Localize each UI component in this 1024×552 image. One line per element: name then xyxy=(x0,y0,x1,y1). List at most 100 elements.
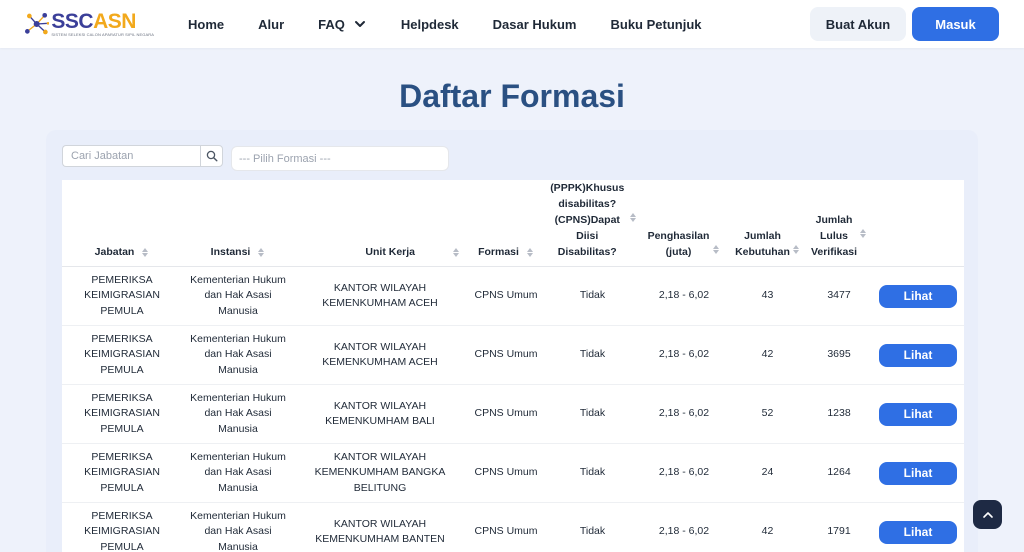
cell-unit-kerja: KANTOR WILAYAH KEMENKUMHAM ACEH xyxy=(294,266,466,326)
sort-icon xyxy=(630,213,637,222)
instansi-line: Manusia xyxy=(218,481,258,494)
cell-instansi: Kementerian Hukum dan Hak Asasi Manusia xyxy=(182,384,294,444)
unit_kerja-line: KEMENKUMHAM BANGKA xyxy=(314,466,446,479)
col-disabilitas-label: (PPPK)Khusus disabilitas? (CPNS)Dapat Di… xyxy=(548,180,626,260)
cell-kebutuhan: 43 xyxy=(729,266,806,326)
cell-kebutuhan: 42 xyxy=(729,502,806,552)
buat-akun-button[interactable]: Buat Akun xyxy=(810,7,906,41)
jabatan-line: KEIMIGRASIAN xyxy=(84,348,160,361)
col-jabatan[interactable]: Jabatan xyxy=(62,180,182,267)
nav-helpdesk[interactable]: Helpdesk xyxy=(401,17,459,32)
jabatan-line: PEMULA xyxy=(100,540,144,552)
cell-penghasilan: 2,18 - 6,02 xyxy=(639,266,729,326)
unit_kerja-line: KEMENKUMHAM ACEH xyxy=(322,356,438,368)
logo-name-part-2: ASN xyxy=(93,9,136,33)
col-lulus-line-3: Verifikasi xyxy=(810,246,858,258)
cell-disabilitas: Tidak xyxy=(546,384,639,444)
col-formasi-label: Formasi xyxy=(478,246,519,258)
cell-instansi: Kementerian Hukum dan Hak Asasi Manusia xyxy=(182,443,294,503)
lihat-button[interactable]: Lihat xyxy=(879,343,957,367)
cell-action: Lihat xyxy=(872,325,964,385)
table-header-row: Jabatan Instansi Unit Kerja Formasi (PPP… xyxy=(62,180,964,267)
nav-dasar-hukum[interactable]: Dasar Hukum xyxy=(493,17,577,32)
logo-subtitle: SISTEM SELEKSI CALON APARATUR SIPIL NEGA… xyxy=(51,31,154,37)
cell-disabilitas: Tidak xyxy=(546,443,639,503)
jabatan-line: PEMERIKSA xyxy=(91,273,153,286)
jabatan-line: PEMERIKSA xyxy=(91,509,153,522)
sort-icon xyxy=(142,248,149,257)
unit_kerja-line: KEMENKUMHAM BANTEN xyxy=(315,533,445,545)
navbar: SSCASN SISTEM SELEKSI CALON APARATUR SIP… xyxy=(0,0,1024,48)
cell-formasi: CPNS Umum xyxy=(466,443,546,503)
cell-instansi: Kementerian Hukum dan Hak Asasi Manusia xyxy=(182,325,294,385)
cell-formasi: CPNS Umum xyxy=(466,502,546,552)
formasi-select[interactable]: --- Pilih Formasi --- xyxy=(231,146,449,171)
table-row: PEMERIKSA KEIMIGRASIAN PEMULA Kementerian H… xyxy=(62,325,964,385)
cell-instansi: Kementerian Hukum dan Hak Asasi Manusia xyxy=(182,502,294,552)
nav-buku-petunjuk[interactable]: Buku Petunjuk xyxy=(610,17,701,32)
instansi-line: Kementerian Hukum xyxy=(190,509,286,522)
col-lulus[interactable]: Jumlah Lulus Verifikasi xyxy=(806,180,872,267)
table-row: PEMERIKSA KEIMIGRASIAN PEMULA Kementerian H… xyxy=(62,266,964,326)
cell-jabatan: PEMERIKSA KEIMIGRASIAN PEMULA xyxy=(62,384,182,444)
col-instansi[interactable]: Instansi xyxy=(182,180,294,267)
cell-lulus: 3695 xyxy=(806,325,872,385)
sort-icon xyxy=(860,229,867,238)
jabatan-line: PEMERIKSA xyxy=(91,391,153,404)
logo-text: SSCASN SISTEM SELEKSI CALON APARATUR SIP… xyxy=(51,9,154,37)
unit_kerja-line: KANTOR WILAYAH xyxy=(333,399,427,412)
jabatan-line: KEIMIGRASIAN xyxy=(84,407,160,420)
cell-formasi: CPNS Umum xyxy=(466,384,546,444)
instansi-line: Manusia xyxy=(218,363,258,376)
col-penghasilan-label: Penghasilan (juta) xyxy=(648,228,710,260)
instansi-line: Kementerian Hukum xyxy=(190,450,286,463)
search-icon xyxy=(206,150,218,162)
lihat-button[interactable]: Lihat xyxy=(879,520,957,544)
chevron-up-icon xyxy=(982,511,993,518)
col-penghasilan[interactable]: Penghasilan (juta) xyxy=(639,180,729,267)
col-formasi[interactable]: Formasi xyxy=(466,180,546,267)
instansi-line: Manusia xyxy=(218,304,258,317)
cell-lulus: 3477 xyxy=(806,266,872,326)
instansi-line: dan Hak Asasi xyxy=(204,407,272,420)
masuk-button[interactable]: Masuk xyxy=(912,7,999,41)
col-kebutuhan-line-2: Kebutuhan xyxy=(735,246,790,258)
nav-faq[interactable]: FAQ xyxy=(318,17,367,32)
sscasn-logo[interactable]: SSCASN SISTEM SELEKSI CALON APARATUR SIP… xyxy=(24,6,154,42)
cell-formasi: CPNS Umum xyxy=(466,266,546,326)
search-input[interactable] xyxy=(62,145,200,167)
nav-home[interactable]: Home xyxy=(188,17,224,32)
jabatan-line: PEMULA xyxy=(100,422,144,435)
sort-icon xyxy=(258,248,265,257)
cell-kebutuhan: 42 xyxy=(729,325,806,385)
cell-lulus: 1791 xyxy=(806,502,872,552)
cell-unit-kerja: KANTOR WILAYAH KEMENKUMHAM BALI xyxy=(294,384,466,444)
page-title: Daftar Formasi xyxy=(399,78,625,114)
unit_kerja-line: BELITUNG xyxy=(353,481,407,494)
col-lulus-line-2: Lulus xyxy=(820,230,848,242)
jabatan-line: PEMULA xyxy=(100,304,144,317)
people-network-logo-icon xyxy=(25,12,50,35)
jabatan-line: PEMERIKSA xyxy=(91,332,153,345)
cell-jabatan: PEMERIKSA KEIMIGRASIAN PEMULA xyxy=(62,502,182,552)
search-button[interactable] xyxy=(200,145,223,167)
formasi-table-container: Jabatan Instansi Unit Kerja Formasi (PPP… xyxy=(62,180,964,552)
col-kebutuhan-label: Jumlah Kebutuhan xyxy=(735,228,790,260)
cell-action: Lihat xyxy=(872,266,964,326)
cell-penghasilan: 2,18 - 6,02 xyxy=(639,325,729,385)
lihat-button[interactable]: Lihat xyxy=(879,461,957,485)
col-disabilitas[interactable]: (PPPK)Khusus disabilitas? (CPNS)Dapat Di… xyxy=(546,180,639,267)
col-unit-kerja[interactable]: Unit Kerja xyxy=(294,180,466,267)
logo-name: SSCASN xyxy=(51,9,154,33)
scroll-to-top-button[interactable] xyxy=(973,500,1002,529)
nav-alur[interactable]: Alur xyxy=(258,17,284,32)
lihat-button[interactable]: Lihat xyxy=(879,402,957,426)
sort-icon xyxy=(526,248,534,257)
col-kebutuhan-line-1: Jumlah xyxy=(744,230,781,242)
cell-disabilitas: Tidak xyxy=(546,502,639,552)
unit_kerja-line: KEMENKUMHAM ACEH xyxy=(322,297,438,309)
cell-action: Lihat xyxy=(872,502,964,552)
col-disabilitas-line-2: disabilitas? xyxy=(558,198,617,210)
col-kebutuhan[interactable]: Jumlah Kebutuhan xyxy=(729,180,806,267)
lihat-button[interactable]: Lihat xyxy=(879,284,957,308)
